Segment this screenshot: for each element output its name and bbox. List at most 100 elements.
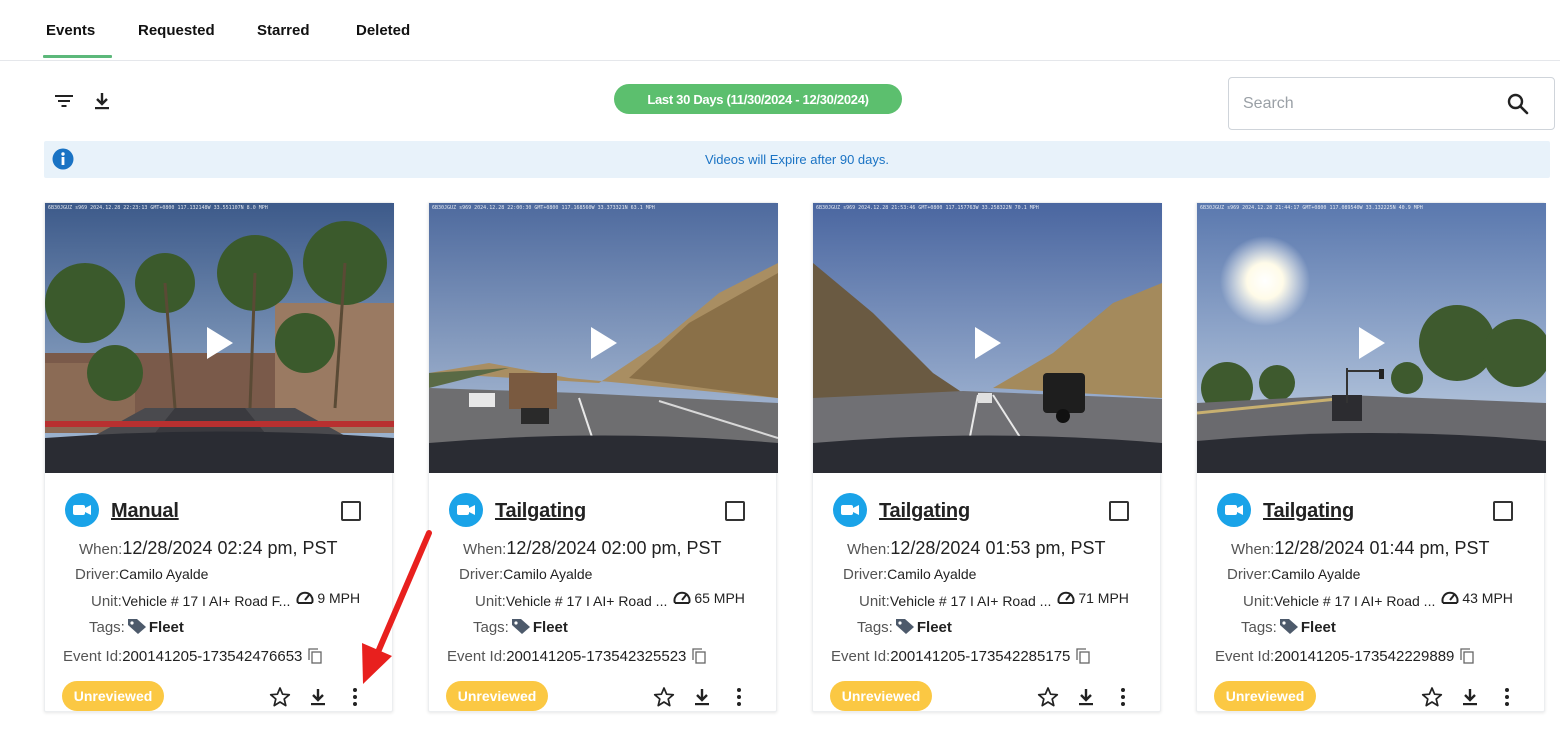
unit-row: Unit:Vehicle # 17 I AI+ Road ... 43 MPH xyxy=(1243,590,1513,610)
driver-row: Driver:Camilo Ayalde xyxy=(1227,566,1361,583)
driver-row: Driver:Camilo Ayalde xyxy=(843,566,977,583)
event-type-link[interactable]: Tailgating xyxy=(1263,500,1354,523)
driver-value: Camilo Ayalde xyxy=(887,566,977,582)
driver-value: Camilo Ayalde xyxy=(503,566,593,582)
unit-row: Unit:Vehicle # 17 I AI+ Road ... 71 MPH xyxy=(859,590,1129,610)
video-thumbnail[interactable]: 6B30JGUZ s969 2024.12.28 22:00:30 GMT+08… xyxy=(429,203,778,473)
copy-icon[interactable] xyxy=(692,648,707,664)
search-input[interactable] xyxy=(1243,92,1493,116)
driver-value: Camilo Ayalde xyxy=(1271,566,1361,582)
driver-value: Camilo Ayalde xyxy=(119,566,209,582)
tab-starred[interactable]: Starred xyxy=(257,22,310,39)
more-options-icon[interactable] xyxy=(728,686,750,708)
when-row: When:12/28/2024 02:24 pm, PST xyxy=(79,538,338,558)
when-value: 12/28/2024 02:24 pm, PST xyxy=(122,538,338,558)
date-range-pill[interactable]: Last 30 Days (11/30/2024 - 12/30/2024) xyxy=(614,84,902,114)
camera-icon xyxy=(1217,493,1251,527)
speed: 71 MPH xyxy=(1057,590,1129,606)
play-icon[interactable] xyxy=(973,325,1003,361)
tag-icon xyxy=(895,619,914,634)
unit-value: Vehicle # 17 I AI+ Road ... xyxy=(505,593,668,609)
tags-row: Tags: Fleet xyxy=(473,619,568,636)
unit-value: Vehicle # 17 I AI+ Road ... xyxy=(889,593,1052,609)
download-icon[interactable] xyxy=(1075,686,1097,708)
video-thumbnail[interactable]: 6B30JGUZ s969 2024.12.28 21:44:17 GMT+08… xyxy=(1197,203,1546,473)
speed-value: 71 MPH xyxy=(1078,590,1129,606)
speed-value: 65 MPH xyxy=(694,590,745,606)
play-icon[interactable] xyxy=(1357,325,1387,361)
event-card: 6B30JGUZ s969 2024.12.28 22:00:30 GMT+08… xyxy=(428,202,778,712)
video-thumbnail[interactable]: 6B30JGUZ s969 2024.12.28 21:53:46 GMT+08… xyxy=(813,203,1162,473)
video-thumbnail[interactable]: 6B30JGUZ s969 2024.12.28 22:23:13 GMT+08… xyxy=(45,203,394,473)
download-icon[interactable] xyxy=(93,92,111,110)
status-badge: Unreviewed xyxy=(1214,681,1316,711)
speed-value: 43 MPH xyxy=(1462,590,1513,606)
camera-icon xyxy=(833,493,867,527)
event-type-link[interactable]: Tailgating xyxy=(879,500,970,523)
tag-name: Fleet xyxy=(916,619,952,636)
event-card: 6B30JGUZ s969 2024.12.28 22:23:13 GMT+08… xyxy=(44,202,394,712)
event-card: 6B30JGUZ s969 2024.12.28 21:44:17 GMT+08… xyxy=(1196,202,1546,712)
status-badge: Unreviewed xyxy=(446,681,548,711)
tab-events[interactable]: Events xyxy=(42,22,113,58)
event-id-row: Event Id:200141205-173542476653 xyxy=(63,648,323,665)
when-row: When:12/28/2024 01:44 pm, PST xyxy=(1231,538,1490,558)
download-icon[interactable] xyxy=(307,686,329,708)
tab-deleted[interactable]: Deleted xyxy=(356,22,410,39)
search-icon[interactable] xyxy=(1506,92,1530,116)
star-icon[interactable] xyxy=(1037,686,1059,708)
camera-icon xyxy=(65,493,99,527)
video-overlay-text: 6B30JGUZ s969 2024.12.28 22:23:13 GMT+08… xyxy=(48,205,268,211)
when-value: 12/28/2024 02:00 pm, PST xyxy=(506,538,722,558)
unit-row: Unit:Vehicle # 17 I AI+ Road F... 9 MPH xyxy=(91,590,361,610)
tab-requested[interactable]: Requested xyxy=(138,22,215,39)
event-card: 6B30JGUZ s969 2024.12.28 21:53:46 GMT+08… xyxy=(812,202,1162,712)
play-icon[interactable] xyxy=(205,325,235,361)
video-overlay-text: 6B30JGUZ s969 2024.12.28 21:44:17 GMT+08… xyxy=(1200,205,1423,211)
driver-row: Driver:Camilo Ayalde xyxy=(75,566,209,583)
star-icon[interactable] xyxy=(269,686,291,708)
tag-name: Fleet xyxy=(1300,619,1336,636)
tags-row: Tags: Fleet xyxy=(89,619,184,636)
tag-name: Fleet xyxy=(532,619,568,636)
download-icon[interactable] xyxy=(1459,686,1481,708)
more-options-icon[interactable] xyxy=(1112,686,1134,708)
select-checkbox[interactable] xyxy=(1109,501,1129,521)
event-id-value: 200141205-173542325523 xyxy=(506,648,687,665)
unit-row: Unit:Vehicle # 17 I AI+ Road ... 65 MPH xyxy=(475,590,745,610)
star-icon[interactable] xyxy=(653,686,675,708)
speed: 43 MPH xyxy=(1441,590,1513,606)
tag-icon xyxy=(511,619,530,634)
unit-value: Vehicle # 17 I AI+ Road ... xyxy=(1273,593,1436,609)
unit-value: Vehicle # 17 I AI+ Road F... xyxy=(121,593,291,609)
star-icon[interactable] xyxy=(1421,686,1443,708)
speedometer-icon xyxy=(296,591,314,604)
more-options-icon[interactable] xyxy=(344,686,366,708)
filter-icon[interactable] xyxy=(54,93,74,109)
video-overlay-text: 6B30JGUZ s969 2024.12.28 21:53:46 GMT+08… xyxy=(816,205,1039,211)
when-value: 12/28/2024 01:44 pm, PST xyxy=(1274,538,1490,558)
speedometer-icon xyxy=(1057,591,1075,604)
select-checkbox[interactable] xyxy=(1493,501,1513,521)
tag-name: Fleet xyxy=(148,619,184,636)
event-id-value: 200141205-173542229889 xyxy=(1274,648,1455,665)
search-box xyxy=(1228,77,1555,130)
tag-icon xyxy=(127,619,146,634)
download-icon[interactable] xyxy=(691,686,713,708)
select-checkbox[interactable] xyxy=(341,501,361,521)
copy-icon[interactable] xyxy=(1460,648,1475,664)
select-checkbox[interactable] xyxy=(725,501,745,521)
speed: 65 MPH xyxy=(673,590,745,606)
more-options-icon[interactable] xyxy=(1496,686,1518,708)
copy-icon[interactable] xyxy=(1076,648,1091,664)
speed: 9 MPH xyxy=(296,590,360,606)
play-icon[interactable] xyxy=(589,325,619,361)
event-id-row: Event Id:200141205-173542325523 xyxy=(447,648,707,665)
event-type-link[interactable]: Manual xyxy=(111,500,179,523)
status-badge: Unreviewed xyxy=(62,681,164,711)
copy-icon[interactable] xyxy=(308,648,323,664)
when-value: 12/28/2024 01:53 pm, PST xyxy=(890,538,1106,558)
event-type-link[interactable]: Tailgating xyxy=(495,500,586,523)
info-banner: Videos will Expire after 90 days. xyxy=(44,141,1550,178)
tab-bar: Events Requested Starred Deleted xyxy=(0,0,1560,61)
